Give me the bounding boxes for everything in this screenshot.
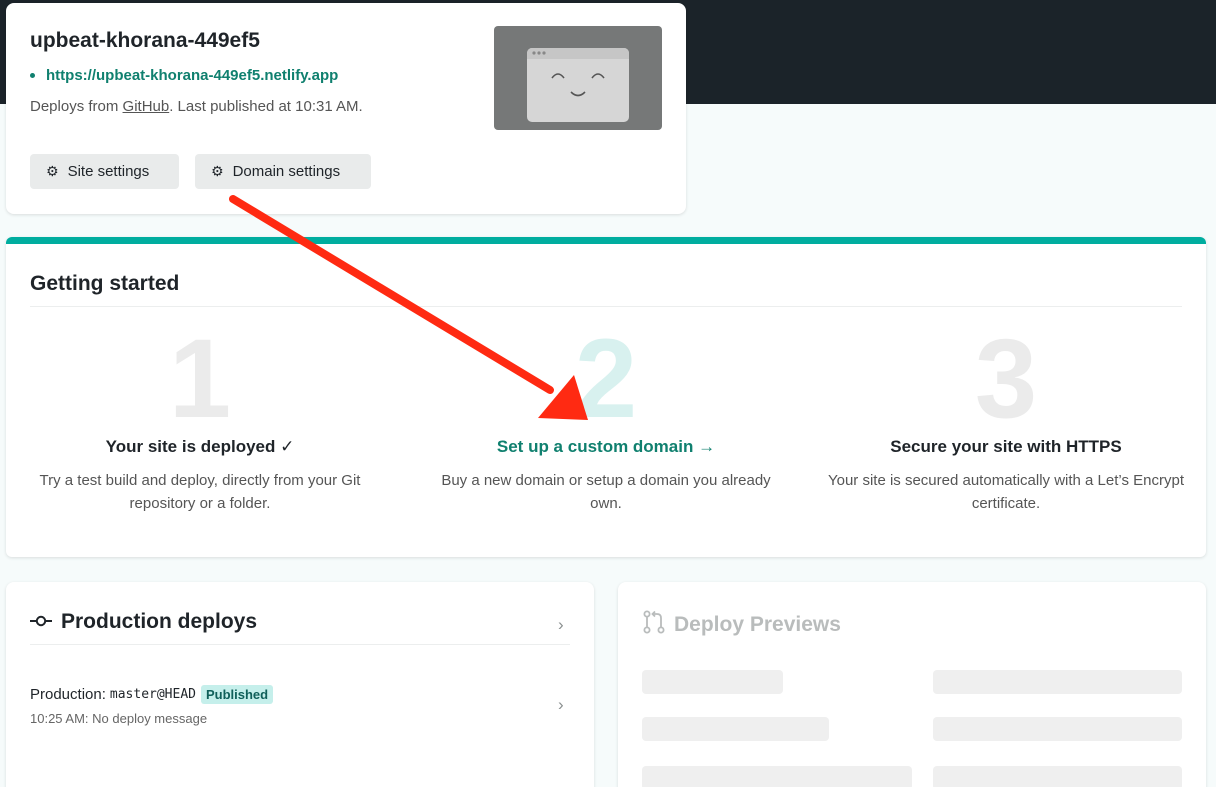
- pull-request-icon: [642, 610, 666, 640]
- site-overview-card: upbeat-khorana-449ef5 https://upbeat-kho…: [6, 3, 686, 214]
- step-description: Buy a new domain or setup a domain you a…: [441, 472, 771, 512]
- step-custom-domain: 2 Set up a custom domain → Buy a new dom…: [426, 316, 786, 515]
- deploy-suffix: . Last published at 10:31 AM.: [169, 98, 363, 115]
- production-deploys-header[interactable]: Production deploys: [30, 610, 257, 634]
- deploy-prefix: Deploys from: [30, 98, 123, 115]
- deploy-message: 10:25 AM: No deploy message: [30, 711, 208, 726]
- deploy-previews-header[interactable]: Deploy Previews: [642, 610, 841, 640]
- site-settings-label: Site settings: [67, 163, 150, 180]
- status-dot: [30, 73, 35, 78]
- step-number: 1: [168, 316, 232, 441]
- loading-placeholder: [933, 670, 1182, 694]
- production-deploys-title: Production deploys: [61, 610, 258, 633]
- deploy-source-line: Deploys from GitHub. Last published at 1…: [30, 98, 363, 115]
- deploy-context-label: Production:: [30, 686, 106, 703]
- deploy-previews-title: Deploy Previews: [674, 613, 841, 636]
- step-description: Your site is secured automatically with …: [827, 472, 1184, 512]
- step-heading: Secure your site with HTTPS: [890, 437, 1122, 456]
- step-https: 3 Secure your site with HTTPS Your site …: [826, 316, 1186, 515]
- loading-placeholder: [933, 766, 1182, 787]
- loading-placeholder: [642, 766, 912, 787]
- step-deployed: 1 Your site is deployed ✓ Try a test bui…: [20, 316, 380, 515]
- github-link[interactable]: GitHub: [123, 98, 170, 115]
- deploy-branch: master@HEAD: [109, 687, 196, 702]
- chevron-right-icon[interactable]: ›: [558, 615, 564, 635]
- smiley-browser-icon: [527, 48, 629, 122]
- step-number: 3: [974, 316, 1038, 441]
- deploy-row[interactable]: Production: master@HEAD Published: [30, 685, 274, 704]
- step-heading: Your site is deployed ✓: [105, 437, 295, 456]
- loading-placeholder: [642, 717, 829, 741]
- site-name: upbeat-khorana-449ef5: [30, 29, 260, 52]
- domain-settings-label: Domain settings: [232, 163, 341, 180]
- production-deploys-card: Production deploys › Production: master@…: [6, 582, 594, 787]
- deploy-previews-card: Deploy Previews: [618, 582, 1206, 787]
- git-commit-icon: [30, 610, 52, 634]
- getting-started-card: Getting started 1 Your site is deployed …: [6, 237, 1206, 557]
- status-badge: Published: [200, 685, 274, 704]
- step-number: 2: [574, 316, 638, 441]
- loading-placeholder: [642, 670, 783, 694]
- domain-settings-button[interactable]: ⚙ Domain settings: [195, 154, 371, 189]
- site-settings-button[interactable]: ⚙ Site settings: [30, 154, 179, 189]
- site-preview-thumbnail[interactable]: [494, 26, 662, 130]
- divider: [30, 306, 1182, 307]
- gear-icon: ⚙: [46, 163, 59, 179]
- site-url-link[interactable]: https://upbeat-khorana-449ef5.netlify.ap…: [30, 67, 338, 84]
- getting-started-title: Getting started: [30, 272, 180, 295]
- divider: [30, 644, 570, 645]
- loading-placeholder: [933, 717, 1182, 741]
- custom-domain-link[interactable]: Set up a custom domain →: [426, 437, 786, 457]
- gear-icon: ⚙: [211, 163, 224, 179]
- chevron-right-icon[interactable]: ›: [558, 695, 564, 715]
- site-url-text: https://upbeat-khorana-449ef5.netlify.ap…: [46, 67, 339, 84]
- step-description: Try a test build and deploy, directly fr…: [39, 472, 361, 512]
